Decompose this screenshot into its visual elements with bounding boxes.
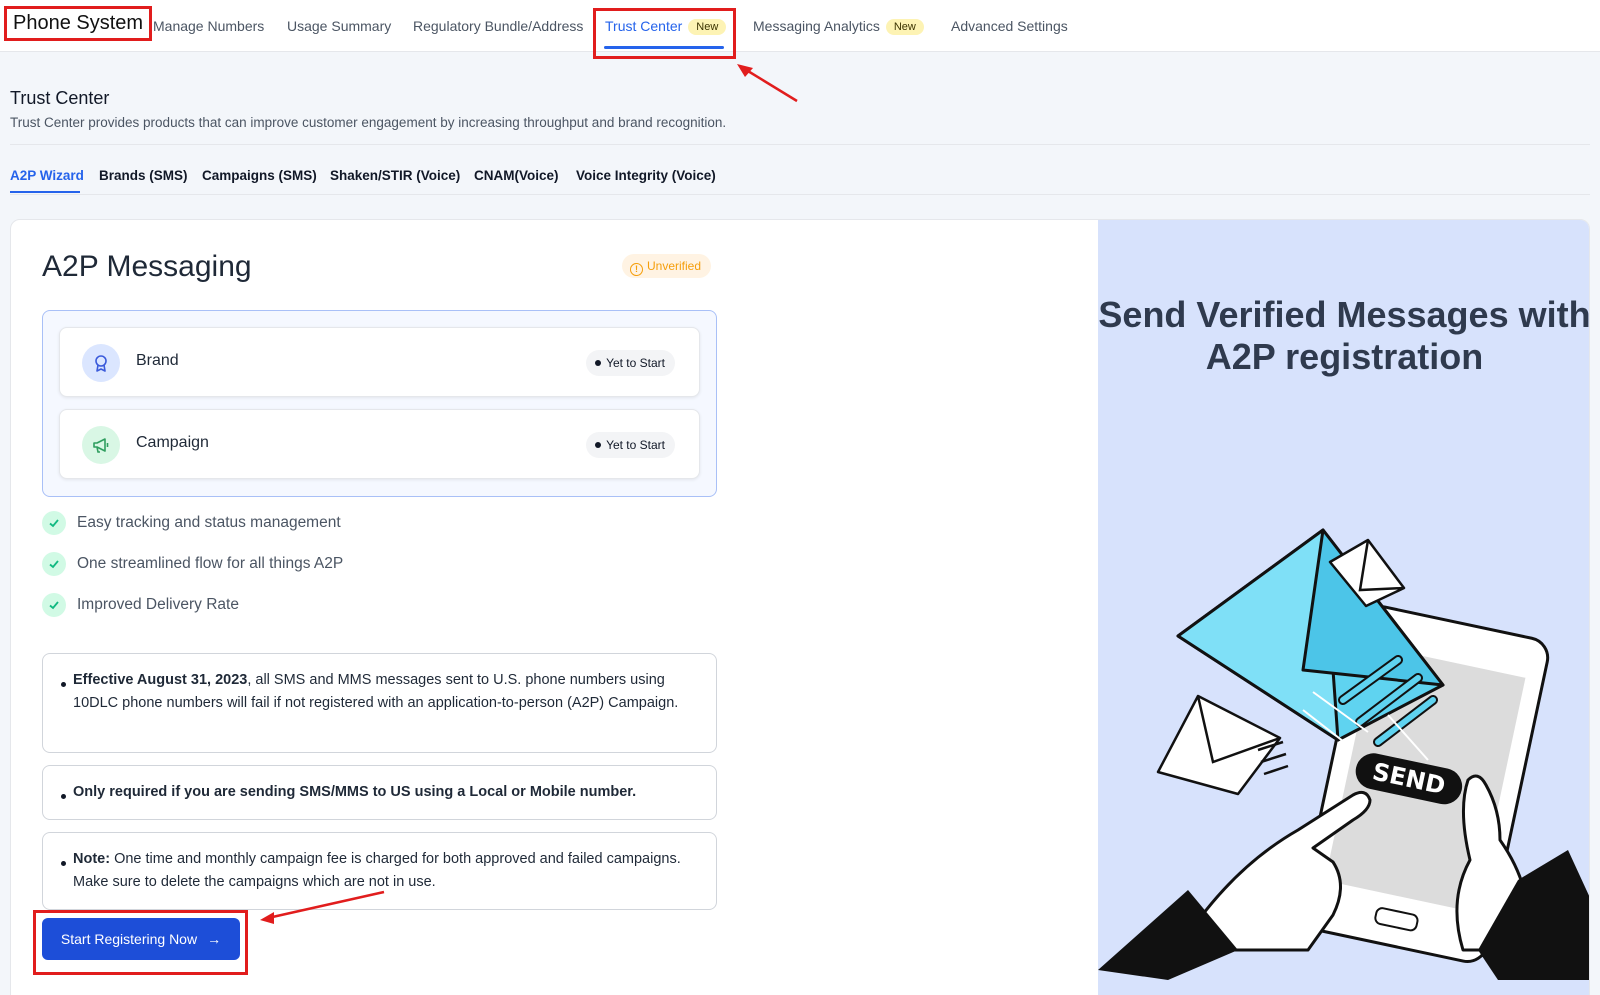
note-deadline: Effective August 31, 2023, all SMS and M… [42,653,717,753]
subtab-shaken-stir[interactable]: Shaken/STIR (Voice) [330,168,460,183]
step-label: Campaign [136,434,209,451]
promo-title: Send Verified Messages with A2P registra… [1098,294,1590,377]
benefit-text: Improved Delivery Rate [77,596,239,613]
promo-panel: Send Verified Messages with A2P registra… [1098,220,1590,995]
benefit-text: Easy tracking and status management [77,514,341,531]
new-badge: New [885,19,924,35]
step-campaign[interactable]: Campaign Yet to Start [59,409,700,479]
subtab-campaigns-sms[interactable]: Campaigns (SMS) [202,168,317,183]
step-status: Yet to Start [586,350,675,376]
status-badge: ! Unverified [622,254,712,278]
annotation-arrow-top [737,64,798,103]
check-icon [42,552,66,576]
benefit-text: One streamlined flow for all things A2P [77,555,344,572]
note-requirement: Only required if you are sending SMS/MMS… [42,765,717,820]
app-title: Phone System [4,6,153,41]
start-registering-button[interactable]: Start Registering Now → [42,918,240,960]
tab-manage-numbers[interactable]: Manage Numbers [153,18,264,34]
page-title: Trust Center [10,88,110,108]
highlight-box-trust-center [593,8,736,59]
check-icon [42,511,66,535]
top-nav: Phone System Manage Numbers Usage Summar… [0,0,1600,52]
a2p-card: A2P Messaging ! Unverified Brand Yet to S… [10,219,1590,995]
subtab-a2p-wizard[interactable]: A2P Wizard [10,168,84,183]
alert-icon: ! [630,263,643,276]
tab-messaging-analytics[interactable]: Messaging Analytics New [753,18,924,35]
steps-box: Brand Yet to Start Campaign Yet to Start [42,310,717,497]
step-brand[interactable]: Brand Yet to Start [59,327,700,397]
step-label: Brand [136,352,179,369]
arrow-right-icon: → [207,931,222,947]
step-status: Yet to Start [586,432,675,458]
card-title: A2P Messaging [42,250,252,283]
tab-regulatory-bundle[interactable]: Regulatory Bundle/Address [413,18,583,34]
tab-usage-summary[interactable]: Usage Summary [287,18,391,34]
active-subtab-indicator [10,191,80,193]
megaphone-icon [82,426,120,464]
divider [10,144,1590,145]
subtab-voice-integrity[interactable]: Voice Integrity (Voice) [576,168,716,183]
subtab-brands-sms[interactable]: Brands (SMS) [99,168,188,183]
subtab-cnam[interactable]: CNAM(Voice) [474,168,559,183]
send-illustration: SEND [1098,528,1589,980]
ribbon-icon [82,344,120,382]
check-icon [42,593,66,617]
divider [10,194,1590,195]
tab-advanced-settings[interactable]: Advanced Settings [951,18,1068,34]
annotation-arrow-bottom [260,890,385,924]
page-subtitle: Trust Center provides products that can … [10,115,727,130]
